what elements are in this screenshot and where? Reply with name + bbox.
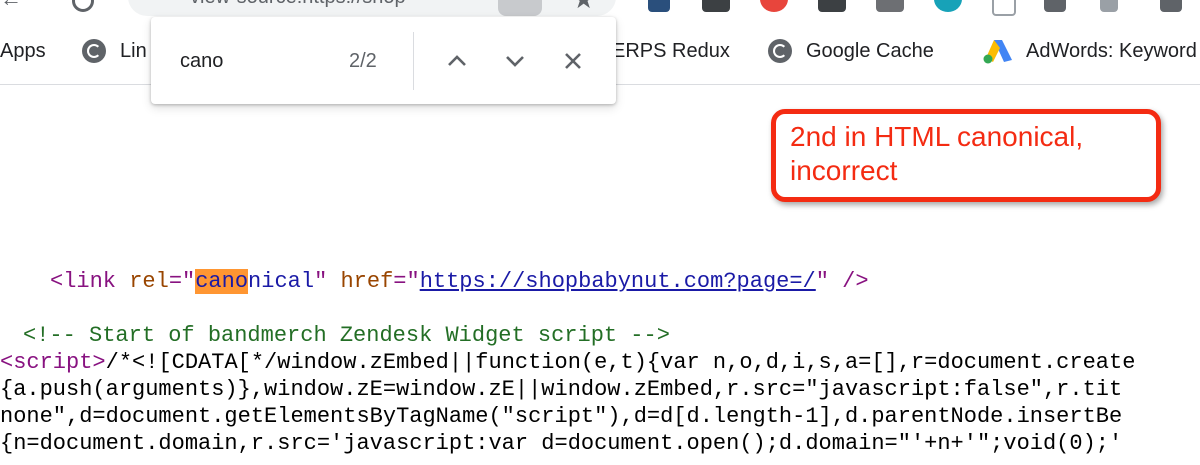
code-comment: <!-- Start of bandmerch Zendesk Widget s… [23, 323, 670, 348]
bookmark-label: ERPS Redux [612, 39, 730, 62]
bookmark-google-cache[interactable]: Google Cache [768, 38, 934, 64]
find-match-current: cano [195, 269, 249, 294]
next-match-button[interactable] [499, 45, 531, 77]
bookmark-label: Google Cache [806, 39, 934, 62]
bookmark-lin[interactable]: Lin [82, 38, 147, 64]
code-line: none",d=document.getElementsByTagName("s… [0, 404, 1123, 429]
globe-icon [82, 39, 106, 63]
previous-match-button[interactable] [441, 45, 473, 77]
chevron-up-icon [448, 55, 466, 66]
find-match-count: 2/2 [349, 50, 377, 72]
adwords-icon [983, 40, 1012, 64]
extension-icon-2[interactable] [702, 0, 730, 12]
bookmark-label: Lin [120, 39, 147, 62]
code-line: <script>/*<![CDATA[*/window.zEmbed||func… [0, 350, 1136, 375]
reload-icon[interactable] [72, 0, 94, 12]
extension-icon-1[interactable] [648, 0, 670, 12]
extension-icon-8[interactable] [1044, 0, 1066, 12]
chevron-down-icon [506, 56, 524, 67]
extension-icon-4[interactable] [818, 0, 846, 12]
extension-icon-5[interactable] [876, 0, 904, 12]
globe-icon [768, 39, 792, 63]
bookmark-star-icon[interactable]: ★ [572, 0, 595, 15]
bookmark-adwords[interactable]: AdWords: Keyword [982, 38, 1197, 64]
close-icon [565, 53, 581, 69]
key-icon[interactable] [498, 0, 542, 16]
extension-icon-6[interactable] [934, 0, 962, 12]
source-view: <link rel="canonical" href="https://shop… [0, 0, 1135, 456]
code-line: {a.push(arguments)},window.zE=window.zE|… [0, 377, 1123, 402]
code-line: {n=document.domain,r.src='javascript:var… [0, 431, 1123, 456]
extension-icon-3[interactable] [760, 0, 788, 12]
extension-icon-9[interactable] [1100, 0, 1118, 12]
annotation-callout: 2nd in HTML canonical, incorrect [771, 109, 1161, 202]
close-find-button[interactable] [557, 45, 589, 77]
address-text: view-source:https://shop [190, 0, 406, 9]
bookmark-erps-redux[interactable]: ERPS Redux [612, 38, 730, 64]
link-canonical-line: <link rel="canonical" href="https://shop… [50, 269, 869, 294]
find-separator [413, 32, 414, 90]
address-bar[interactable]: view-source:https://shop [128, 0, 616, 16]
canonical-href-link[interactable]: https://shopbabynut.com?page=/ [420, 269, 816, 294]
extension-icon-10[interactable] [1160, 0, 1182, 12]
annotation-text: 2nd in HTML canonical, incorrect [790, 121, 1084, 186]
find-input[interactable]: cano [180, 50, 223, 73]
find-bar: cano 2/2 [151, 17, 616, 104]
bookmark-label: AdWords: Keyword [1026, 39, 1197, 62]
extension-icon-7[interactable] [992, 0, 1016, 16]
